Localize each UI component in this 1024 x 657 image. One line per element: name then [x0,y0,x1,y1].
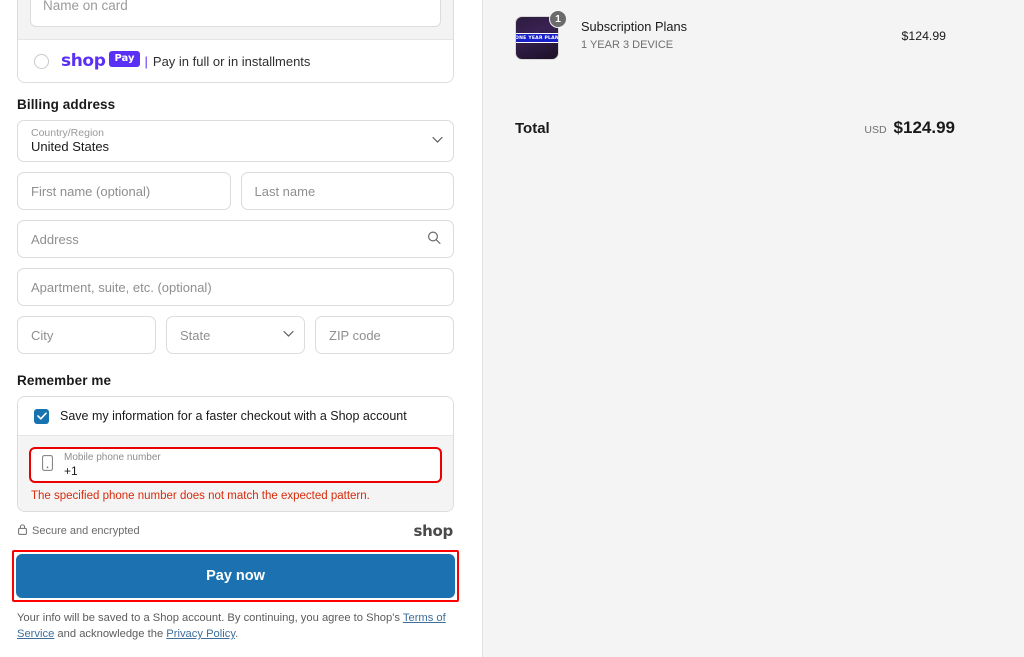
line-item-price: $124.99 [901,29,946,43]
mobile-phone-value: +1 [64,463,78,478]
search-icon [427,231,441,248]
phone-entry-area: Mobile phone number +1 The specified pho… [18,435,453,511]
address-input[interactable]: Address [17,220,454,258]
remember-me-heading: Remember me [17,373,112,388]
secure-and-encrypted-label: Secure and encrypted [18,524,140,538]
state-select[interactable]: State [166,316,305,354]
credit-card-fields: Name on card [18,0,453,39]
line-item-details: Subscription Plans 1 YEAR 3 DEVICE [581,18,902,53]
billing-address-heading: Billing address [17,97,116,112]
pay-now-highlight: Pay now [12,550,459,602]
total-value-group: USD $124.99 [864,118,955,138]
save-info-row[interactable]: Save my information for a faster checkou… [18,397,453,435]
secure-text: Secure and encrypted [32,525,140,537]
total-amount: $124.99 [893,118,955,137]
state-placeholder-text: State [180,327,211,343]
remember-me-section: Remember me Save my information for a fa… [12,373,459,643]
shop-pay-radio[interactable] [34,53,49,69]
save-info-checkbox[interactable] [34,408,49,424]
quantity-badge: 1 [549,10,567,28]
shop-pay-tagline: Pay in full or in installments [152,53,311,69]
last-name-input[interactable]: Last name [240,172,454,210]
privacy-policy-link[interactable]: Privacy Policy [166,628,235,640]
checkout-page: Name on card shop Pay | Pay in full or i… [0,0,1024,657]
legal-disclaimer: Your info will be saved to a Shop accoun… [17,611,457,643]
mobile-phone-icon [42,454,53,476]
legal-prefix-text: Your info will be saved to a Shop accoun… [17,612,403,624]
zip-code-input[interactable]: ZIP code [315,316,454,354]
total-label: Total [515,120,550,137]
order-summary-column: ONE YEAR PLAN 1 Subscription Plans 1 YEA… [483,0,1024,657]
checkout-form-column: Name on card shop Pay | Pay in full or i… [0,0,483,657]
country-region-label: Country/Region [31,126,104,139]
country-region-select[interactable]: Country/Region United States [17,120,454,162]
order-line-item: ONE YEAR PLAN 1 Subscription Plans 1 YEA… [515,0,992,60]
city-state-zip-row: City State ZIP code [17,316,454,354]
secure-footer-row: Secure and encrypted shop [17,522,454,540]
country-region-value: United States [31,138,110,154]
product-thumbnail-wrap: ONE YEAR PLAN 1 [515,10,567,60]
chevron-down-icon [283,330,294,340]
save-info-label: Save my information for a faster checkou… [60,409,407,423]
shop-pay-pill: Pay [109,51,140,67]
first-name-input[interactable]: First name (optional) [17,172,231,210]
shop-logo: shop [413,522,454,540]
order-total-row: Total USD $124.99 [515,118,992,138]
legal-suffix-text: . [235,627,239,640]
mobile-phone-label: Mobile phone number [64,451,161,463]
payment-method-card: Name on card shop Pay | Pay in full or i… [17,0,454,83]
pay-now-button[interactable]: Pay now [16,554,455,598]
shop-pay-wordmark: shop [61,51,106,71]
legal-middle-text: and acknowledge the [54,627,167,640]
line-item-variant: 1 YEAR 3 DEVICE [581,39,674,52]
lock-icon [18,524,27,538]
thumbnail-plan-badge: ONE YEAR PLAN [516,33,558,43]
billing-address-section: Billing address Country/Region United St… [17,97,454,354]
shop-pay-option-row[interactable]: shop Pay | Pay in full or in installment… [18,39,453,82]
remember-me-card: Save my information for a faster checkou… [17,396,454,512]
name-on-card-input[interactable]: Name on card [30,0,441,27]
line-item-title: Subscription Plans [581,19,687,35]
address-placeholder-text: Address [31,231,79,247]
shop-pay-separator: | [144,53,148,69]
apartment-input[interactable]: Apartment, suite, etc. (optional) [17,268,454,306]
chevron-down-icon [432,136,443,146]
name-row: First name (optional) Last name [17,172,454,210]
phone-error-message: The specified phone number does not matc… [31,490,370,502]
total-currency: USD [864,124,887,136]
mobile-phone-input[interactable]: Mobile phone number +1 [29,447,442,483]
city-input[interactable]: City [17,316,156,354]
